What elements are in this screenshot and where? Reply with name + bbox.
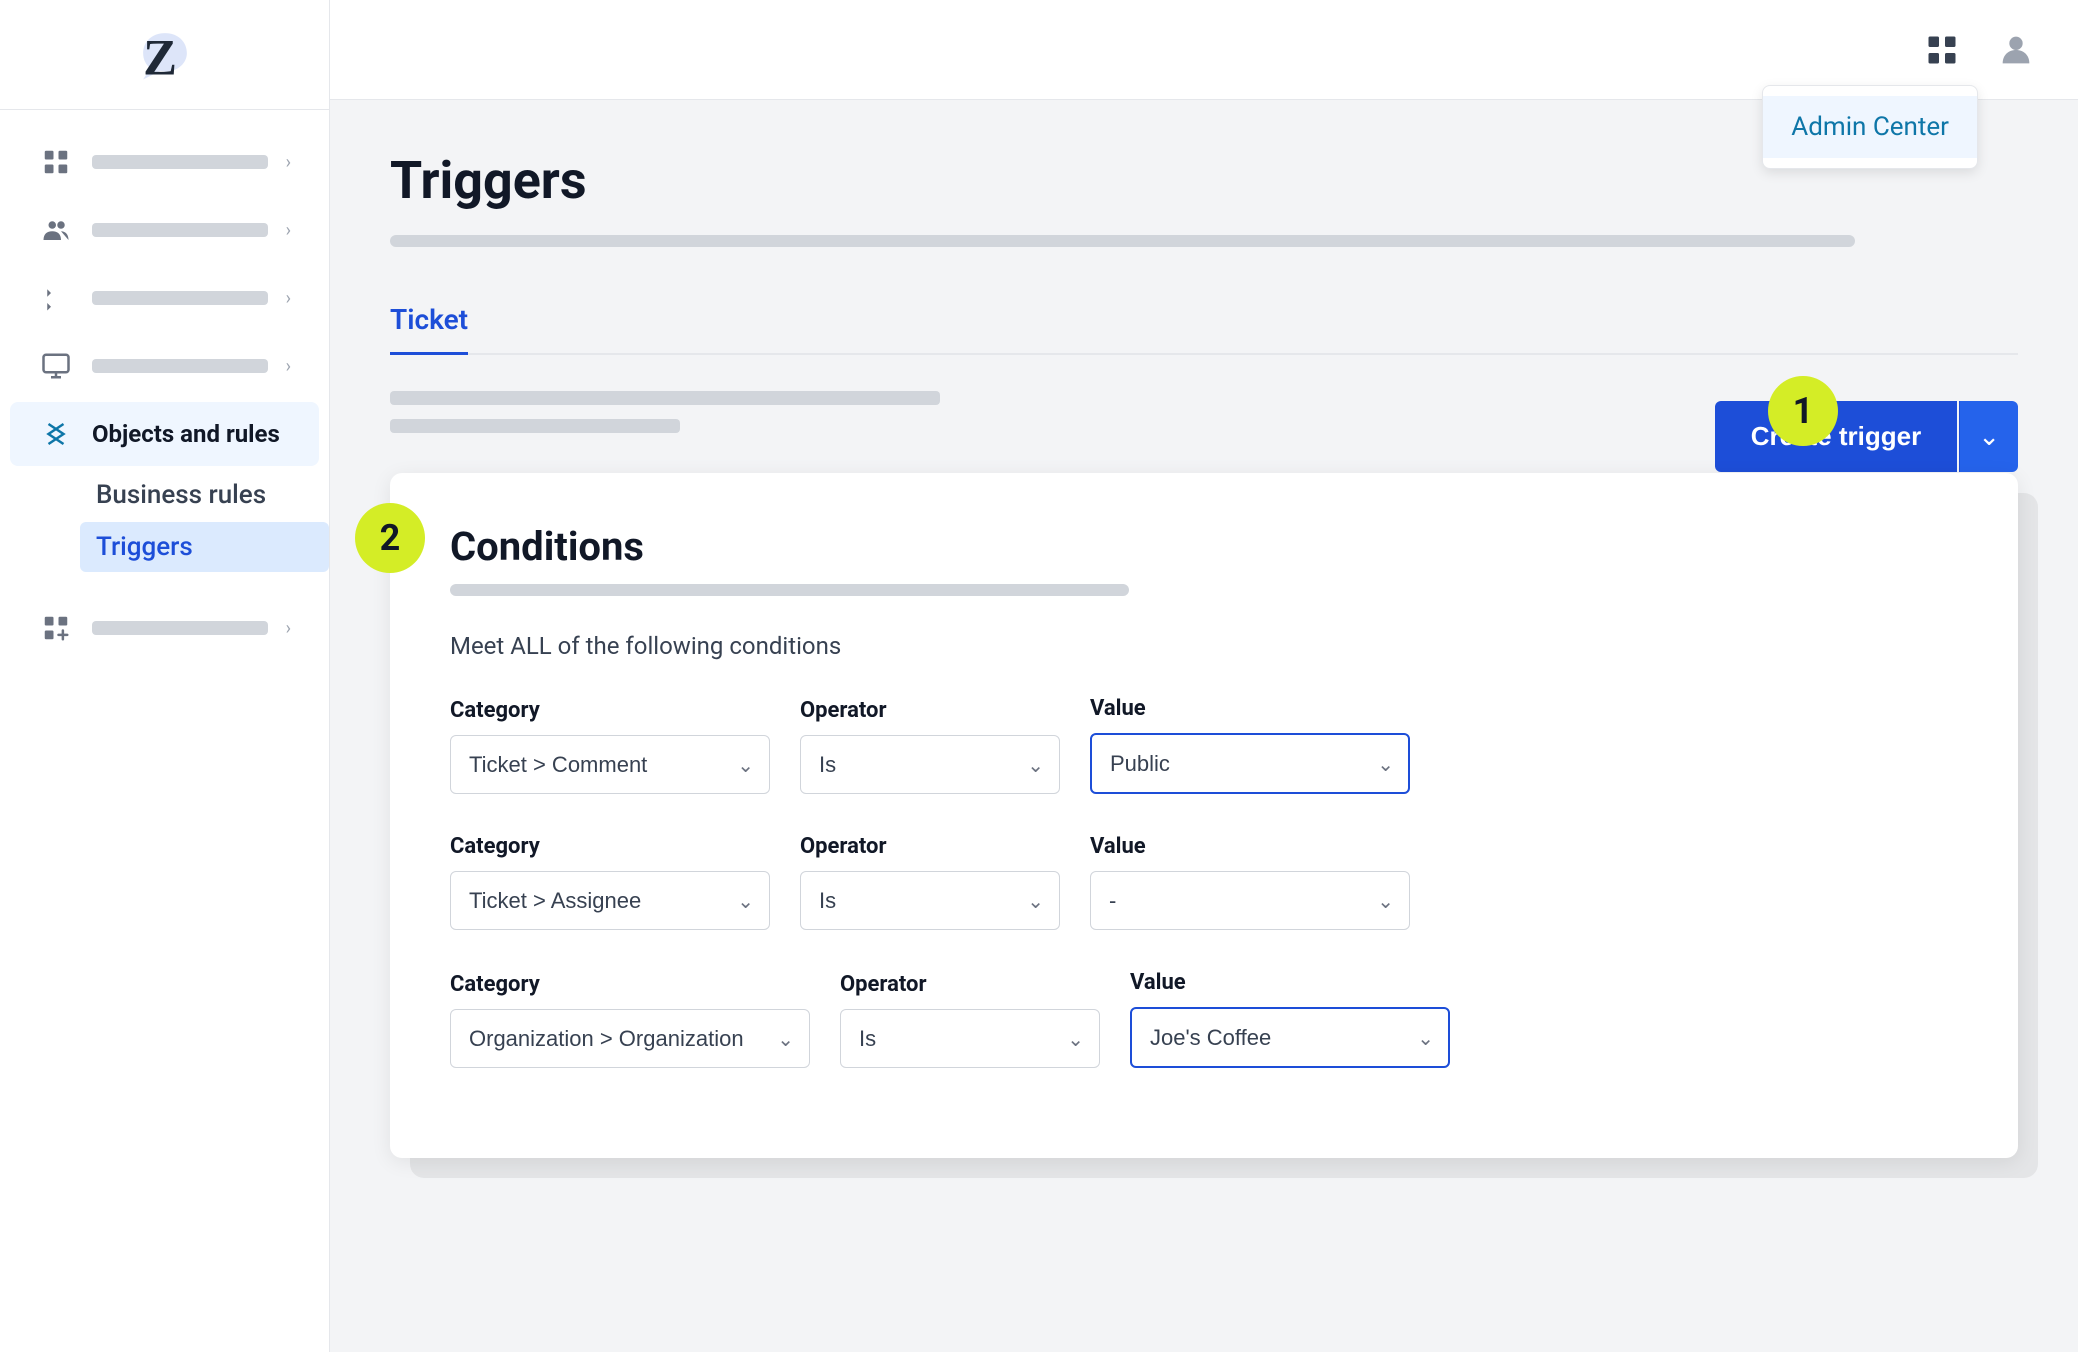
condition-row-1: Category Ticket > Comment Operator Is [450,696,1958,794]
operator-group-3: Operator Is [840,972,1100,1068]
chevron-down-icon: › [286,288,291,309]
sidebar-subnav: Business rules Triggers [0,470,329,572]
operator-select-2[interactable]: Is [800,871,1060,930]
operator-label-1: Operator [800,698,1060,723]
chevron-down-icon: › [286,152,291,173]
operator-select-3[interactable]: Is [840,1009,1100,1068]
objects-rules-icon [38,416,74,452]
category-select-wrapper-1[interactable]: Ticket > Comment [450,735,770,794]
topbar: Admin Center [330,0,2078,100]
sidebar-subitem-triggers[interactable]: Triggers [80,522,329,572]
grid-icon[interactable] [1920,28,1964,72]
sidebar-item-people-label [92,223,268,237]
value-label-2: Value [1090,834,1410,859]
operator-select-wrapper-3[interactable]: Is [840,1009,1100,1068]
trigger-header-section: 1 Create trigger ⌄ [390,391,2018,433]
svg-text:Z: Z [143,29,177,85]
value-group-3: Value Joe's Coffee [1130,970,1450,1068]
operator-select-wrapper-2[interactable]: Is [800,871,1060,930]
sidebar-item-channels[interactable]: › [10,266,319,330]
value-select-2[interactable]: - [1090,871,1410,930]
monitor-icon [38,348,74,384]
value-group-2: Value - [1090,834,1410,930]
sidebar-item-workspaces-label [92,359,268,373]
category-label-1: Category [450,698,770,723]
sidebar-logo: Z [0,0,329,110]
building-icon [38,144,74,180]
category-group-2: Category Ticket > Assignee [450,834,770,930]
category-label-3: Category [450,972,810,997]
condition-row-3: Category Organization > Organization Ope… [450,970,1958,1068]
conditions-subtitle: Meet ALL of the following conditions [450,632,1958,660]
operator-select-1[interactable]: Is [800,735,1060,794]
value-select-wrapper-1[interactable]: Public [1090,733,1410,794]
value-select-wrapper-3[interactable]: Joe's Coffee [1130,1007,1450,1068]
user-avatar-icon[interactable] [1994,28,2038,72]
operator-label-2: Operator [800,834,1060,859]
step-1-badge: 1 [1768,376,1838,446]
category-select-2[interactable]: Ticket > Assignee [450,871,770,930]
operator-group-1: Operator Is [800,698,1060,794]
operator-select-wrapper-1[interactable]: Is [800,735,1060,794]
category-group-3: Category Organization > Organization [450,972,810,1068]
category-select-1[interactable]: Ticket > Comment [450,735,770,794]
value-label-1: Value [1090,696,1410,721]
category-group-1: Category Ticket > Comment [450,698,770,794]
value-label-3: Value [1130,970,1450,995]
create-trigger-dropdown-button[interactable]: ⌄ [1959,401,2018,472]
zendesk-logo-icon: Z [130,20,200,90]
people-icon [38,212,74,248]
sidebar-item-workspace-label [92,155,268,169]
value-select-wrapper-2[interactable]: - [1090,871,1410,930]
category-select-wrapper-3[interactable]: Organization > Organization [450,1009,810,1068]
conditions-progress [450,584,1129,596]
condition-row-2: Category Ticket > Assignee Operator Is [450,834,1958,930]
progress-bar-full [390,235,1855,247]
trigger-actions: Create trigger ⌄ [1715,401,2018,472]
channels-icon [38,280,74,316]
placeholder-line-2 [390,419,680,433]
admin-center-dropdown: Admin Center [1762,85,1978,169]
chevron-down-icon: › [286,356,291,377]
step-2-badge: 2 [355,503,425,573]
chevron-down-icon: › [286,220,291,241]
main-content: Admin Center Triggers Ticket 1 Create tr… [330,0,2078,1352]
sidebar-item-people[interactable]: › [10,198,319,262]
sidebar-item-objects-rules-label: Objects and rules [92,420,291,448]
chevron-down-icon: › [286,618,291,639]
value-select-1[interactable]: Public [1090,733,1410,794]
category-label-2: Category [450,834,770,859]
placeholder-line-1 [390,391,940,405]
apps-icon [38,610,74,646]
tabs: Ticket [390,287,2018,355]
admin-center-item[interactable]: Admin Center [1763,96,1977,158]
category-select-3[interactable]: Organization > Organization [450,1009,810,1068]
sidebar-item-apps-label [92,621,268,635]
content-area: Triggers Ticket 1 Create trigger ⌄ [330,100,2078,1208]
value-group-1: Value Public [1090,696,1410,794]
tab-ticket[interactable]: Ticket [390,287,468,355]
conditions-panel: 2 Conditions Meet ALL of the following c… [390,473,2018,1158]
sidebar-item-apps[interactable]: › [10,596,319,660]
operator-label-3: Operator [840,972,1100,997]
operator-group-2: Operator Is [800,834,1060,930]
category-select-wrapper-2[interactable]: Ticket > Assignee [450,871,770,930]
conditions-panel-wrapper: 2 Conditions Meet ALL of the following c… [390,473,2018,1158]
sidebar-subitem-business-rules[interactable]: Business rules [80,470,329,520]
sidebar-item-objects-rules[interactable]: Objects and rules [10,402,319,466]
sidebar-item-channels-label [92,291,268,305]
value-select-3[interactable]: Joe's Coffee [1130,1007,1450,1068]
sidebar: Z › › › [0,0,330,1352]
conditions-title: Conditions [450,523,1958,570]
sidebar-navigation: › › › › [0,110,329,680]
sidebar-item-workspaces[interactable]: › [10,334,319,398]
sidebar-item-workspace[interactable]: › [10,130,319,194]
